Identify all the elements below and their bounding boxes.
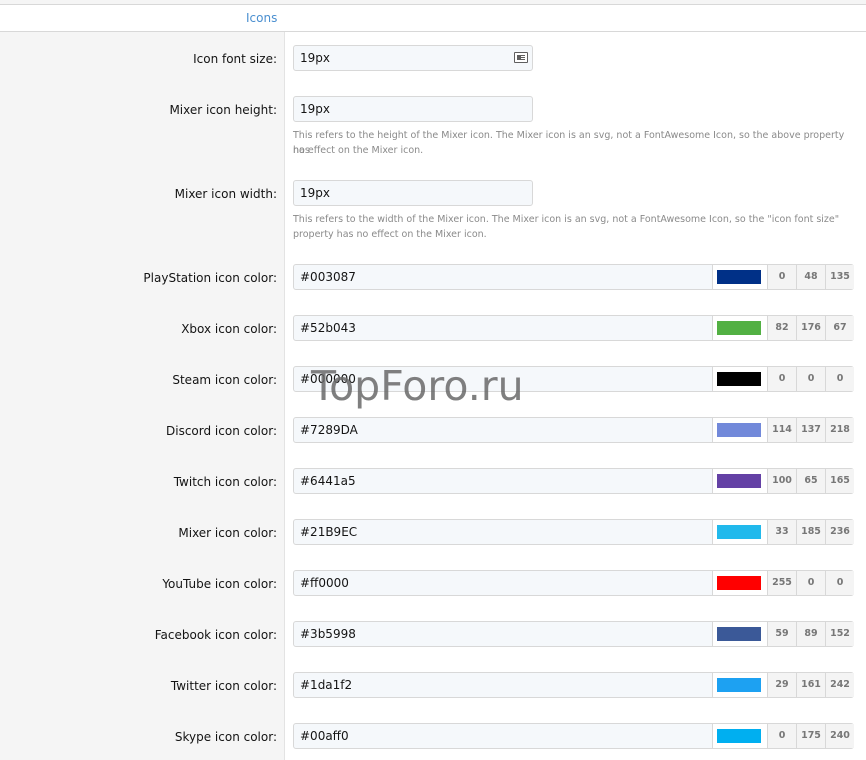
red-value: 0 [767,367,796,391]
green-value: 65 [796,469,825,493]
blue-value: 67 [825,316,854,340]
color-swatch [717,474,761,488]
color-hex-value: #52b043 [300,321,356,335]
color-swatch-button[interactable] [712,724,767,748]
red-value: 0 [767,265,796,289]
watermark-text: TopForo.ru [311,362,524,410]
green-value: 0 [796,367,825,391]
color-input[interactable]: #003087 0 48 135 [293,264,854,290]
color-swatch [717,576,761,590]
color-input[interactable]: #3b5998 59 89 152 [293,621,854,647]
color-swatch [717,525,761,539]
color-input[interactable]: #21B9EC 33 185 236 [293,519,854,545]
units-toggle-icon[interactable] [514,52,528,63]
color-label: Discord icon color: [166,424,277,438]
color-hex-value: #00aff0 [300,729,349,743]
green-value: 48 [796,265,825,289]
color-hex-value: #6441a5 [300,474,356,488]
color-swatch-button[interactable] [712,622,767,646]
color-label: Skype icon color: [174,730,277,744]
color-swatch-button[interactable] [712,367,767,391]
blue-value: 0 [825,367,854,391]
mixer-width-hint-line-2: property has no effect on the Mixer icon… [293,229,487,240]
red-value: 29 [767,673,796,697]
color-hex-value: #3b5998 [300,627,356,641]
mixer-icon-height-input[interactable]: 19px [293,96,533,122]
mixer-icon-width-label: Mixer icon width: [174,187,277,201]
color-swatch-button[interactable] [712,520,767,544]
blue-value: 242 [825,673,854,697]
green-value: 89 [796,622,825,646]
icon-font-size-label: Icon font size: [193,52,277,66]
color-label: PlayStation icon color: [143,271,277,285]
mixer-icon-height-value: 19px [300,102,330,116]
color-swatch [717,270,761,284]
color-label: Twitter icon color: [170,679,277,693]
mixer-icon-width-input[interactable]: 19px [293,180,533,206]
icon-font-size-input[interactable]: 19px [293,45,533,71]
color-swatch [717,729,761,743]
section-header: Icons [0,4,866,32]
red-value: 255 [767,571,796,595]
mixer-width-hint-line-1: This refers to the width of the Mixer ic… [293,214,840,225]
color-swatch-button[interactable] [712,673,767,697]
blue-value: 135 [825,265,854,289]
color-hex-value: #7289DA [300,423,358,437]
green-value: 161 [796,673,825,697]
green-value: 137 [796,418,825,442]
color-swatch-button[interactable] [712,316,767,340]
color-label: Twitch icon color: [173,475,277,489]
icon-font-size-value: 19px [300,51,330,65]
color-swatch [717,627,761,641]
blue-value: 152 [825,622,854,646]
green-value: 176 [796,316,825,340]
color-input[interactable]: #ff0000 255 0 0 [293,570,854,596]
section-title: Icons [246,11,278,25]
color-swatch-button[interactable] [712,418,767,442]
blue-value: 240 [825,724,854,748]
mixer-height-hint-line-2: no effect on the Mixer icon. [293,145,424,156]
red-value: 33 [767,520,796,544]
color-input[interactable]: #52b043 82 176 67 [293,315,854,341]
column-divider [284,0,285,760]
color-swatch-button[interactable] [712,265,767,289]
color-input[interactable]: #1da1f2 29 161 242 [293,672,854,698]
color-swatch [717,678,761,692]
color-swatch [717,423,761,437]
color-hex-value: #003087 [300,270,356,284]
color-swatch-button[interactable] [712,469,767,493]
color-label: YouTube icon color: [162,577,277,591]
color-label: Facebook icon color: [154,628,277,642]
red-value: 59 [767,622,796,646]
green-value: 175 [796,724,825,748]
blue-value: 218 [825,418,854,442]
mixer-icon-height-label: Mixer icon height: [169,103,277,117]
red-value: 114 [767,418,796,442]
color-hex-value: #ff0000 [300,576,349,590]
blue-value: 0 [825,571,854,595]
red-value: 0 [767,724,796,748]
mixer-icon-width-value: 19px [300,186,330,200]
color-hex-value: #21B9EC [300,525,358,539]
color-label: Mixer icon color: [178,526,277,540]
red-value: 82 [767,316,796,340]
color-swatch [717,372,761,386]
blue-value: 236 [825,520,854,544]
color-input[interactable]: #00aff0 0 175 240 [293,723,854,749]
color-swatch-button[interactable] [712,571,767,595]
color-input[interactable]: #6441a5 100 65 165 [293,468,854,494]
blue-value: 165 [825,469,854,493]
color-label: Steam icon color: [172,373,277,387]
red-value: 100 [767,469,796,493]
color-hex-value: #1da1f2 [300,678,353,692]
color-label: Xbox icon color: [181,322,277,336]
color-swatch [717,321,761,335]
color-input[interactable]: #7289DA 114 137 218 [293,417,854,443]
green-value: 0 [796,571,825,595]
green-value: 185 [796,520,825,544]
